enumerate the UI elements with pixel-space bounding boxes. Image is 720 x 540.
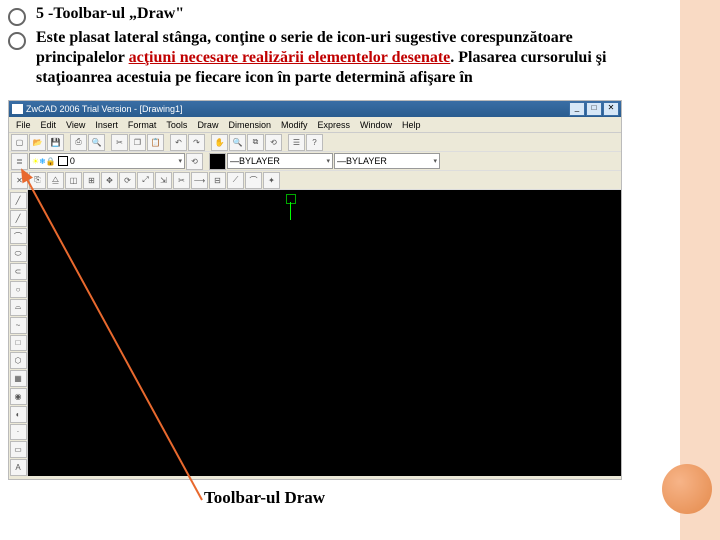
lineweight-dropdown[interactable]: — BYLAYER▾ <box>334 153 440 169</box>
undo-icon[interactable]: ↶ <box>170 134 187 151</box>
modify-toolbar: ✕ ⎘ ⧋ ◫ ⊞ ✥ ⟳ ⤢ ⇲ ✂ ⟶ ⊟ ⟋ ⌒ ✦ <box>9 171 621 190</box>
caption-label: Toolbar-ul Draw <box>204 488 325 508</box>
paste-icon[interactable]: 📋 <box>147 134 164 151</box>
break-icon[interactable]: ⊟ <box>209 172 226 189</box>
explode-icon[interactable]: ✦ <box>263 172 280 189</box>
layer-prev-icon[interactable]: ⟲ <box>186 153 203 170</box>
linetype-dropdown[interactable]: — BYLAYER▾ <box>227 153 333 169</box>
minimize-button[interactable]: _ <box>569 102 585 116</box>
zoom-window-icon[interactable]: ⧉ <box>247 134 264 151</box>
menu-draw[interactable]: Draw <box>192 120 223 130</box>
cut-icon[interactable]: ✂ <box>111 134 128 151</box>
rotate-icon[interactable]: ⟳ <box>119 172 136 189</box>
trim-icon[interactable]: ✂ <box>173 172 190 189</box>
menu-window[interactable]: Window <box>355 120 397 130</box>
spline-icon[interactable]: ~ <box>10 317 27 334</box>
offset-icon[interactable]: ◫ <box>65 172 82 189</box>
fillet-icon[interactable]: ⌒ <box>245 172 262 189</box>
ellipse-arc-icon[interactable]: ⬡ <box>10 352 27 369</box>
app-icon <box>12 104 23 114</box>
bullet-marker <box>8 8 26 26</box>
menu-edit[interactable]: Edit <box>36 120 62 130</box>
array-icon[interactable]: ⊞ <box>83 172 100 189</box>
line-icon[interactable]: ╱ <box>10 192 27 209</box>
bullet-marker <box>8 32 26 50</box>
menu-express[interactable]: Express <box>313 120 356 130</box>
menu-dimension[interactable]: Dimension <box>223 120 276 130</box>
draw-toolbar: ╱ ╱ ⌒ ⬭ ⊂ ○ ⌓ ~ □ ⬡ ▦ ◉ ◐ · ▭ A <box>9 190 28 476</box>
make-block-icon[interactable]: ◉ <box>10 388 27 405</box>
ellipse-icon[interactable]: □ <box>10 335 27 352</box>
open-icon[interactable]: 📂 <box>29 134 46 151</box>
decorative-side-band <box>680 0 720 540</box>
menu-format[interactable]: Format <box>123 120 162 130</box>
layer-manager-icon[interactable]: ≣ <box>11 153 28 170</box>
polyline-icon[interactable]: ⌒ <box>10 228 27 245</box>
stretch-icon[interactable]: ⇲ <box>155 172 172 189</box>
text-icon[interactable]: A <box>10 459 27 476</box>
erase-icon[interactable]: ✕ <box>11 172 28 189</box>
polygon-icon[interactable]: ⬭ <box>10 245 27 262</box>
bullet-1-text: 5 -Toolbar-ul „Draw" <box>36 4 184 24</box>
layer-dropdown[interactable]: ☀❄🔒 0▾ <box>29 153 185 169</box>
insert-block-icon[interactable]: ▦ <box>10 370 27 387</box>
hatch-icon[interactable]: · <box>10 424 27 441</box>
help-icon[interactable]: ? <box>306 134 323 151</box>
redo-icon[interactable]: ↷ <box>188 134 205 151</box>
menu-view[interactable]: View <box>61 120 90 130</box>
move-icon[interactable]: ✥ <box>101 172 118 189</box>
window-titlebar: ZwCAD 2006 Trial Version - [Drawing1] _ … <box>9 101 621 117</box>
construction-line-icon[interactable]: ╱ <box>10 210 27 227</box>
zoom-icon[interactable]: 🔍 <box>229 134 246 151</box>
standard-toolbar: ▢ 📂 💾 ⎙ 🔍 ✂ ❐ 📋 ↶ ↷ ✋ 🔍 ⧉ ⟲ ☰ <box>9 133 621 152</box>
close-button[interactable]: ✕ <box>603 102 619 116</box>
menu-help[interactable]: Help <box>397 120 426 130</box>
layer-toolbar: ≣ ☀❄🔒 0▾ ⟲ — BYLAYER▾ — BYLAYER▾ <box>9 152 621 171</box>
copy-icon[interactable]: ❐ <box>129 134 146 151</box>
scale-icon[interactable]: ⤢ <box>137 172 154 189</box>
extend-icon[interactable]: ⟶ <box>191 172 208 189</box>
new-icon[interactable]: ▢ <box>11 134 28 151</box>
menu-bar: File Edit View Insert Format Tools Draw … <box>9 117 621 133</box>
decorative-circle <box>662 464 712 514</box>
point-icon[interactable]: ◐ <box>10 406 27 423</box>
toolbar-area: ▢ 📂 💾 ⎙ 🔍 ✂ ❐ 📋 ↶ ↷ ✋ 🔍 ⧉ ⟲ ☰ <box>9 133 621 190</box>
copy-obj-icon[interactable]: ⎘ <box>29 172 46 189</box>
pan-icon[interactable]: ✋ <box>211 134 228 151</box>
color-swatch-black[interactable] <box>209 153 226 170</box>
window-title: ZwCAD 2006 Trial Version - [Drawing1] <box>26 104 183 114</box>
bullet-2-text: Este plasat lateral stânga, conţine o se… <box>36 28 660 88</box>
mirror-icon[interactable]: ⧋ <box>47 172 64 189</box>
maximize-button[interactable]: □ <box>586 102 602 116</box>
menu-modify[interactable]: Modify <box>276 120 313 130</box>
save-icon[interactable]: 💾 <box>47 134 64 151</box>
circle-icon[interactable]: ⌓ <box>10 299 27 316</box>
arc-icon[interactable]: ○ <box>10 281 27 298</box>
zoom-prev-icon[interactable]: ⟲ <box>265 134 282 151</box>
print-icon[interactable]: ⎙ <box>70 134 87 151</box>
menu-file[interactable]: File <box>11 120 36 130</box>
preview-icon[interactable]: 🔍 <box>88 134 105 151</box>
rectangle-icon[interactable]: ⊂ <box>10 263 27 280</box>
properties-icon[interactable]: ☰ <box>288 134 305 151</box>
cad-app-window: ZwCAD 2006 Trial Version - [Drawing1] _ … <box>8 100 622 480</box>
chamfer-icon[interactable]: ⟋ <box>227 172 244 189</box>
drawing-canvas[interactable] <box>28 190 621 476</box>
region-icon[interactable]: ▭ <box>10 441 27 458</box>
menu-insert[interactable]: Insert <box>90 120 123 130</box>
menu-tools[interactable]: Tools <box>161 120 192 130</box>
